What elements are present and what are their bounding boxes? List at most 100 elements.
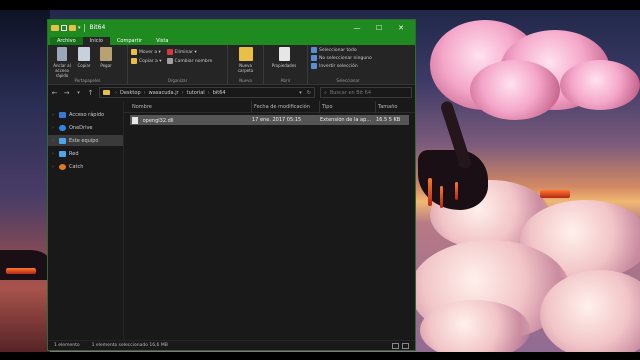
breadcrumb-desktop[interactable]: Desktop <box>120 90 141 96</box>
forward-arrow-icon[interactable]: → <box>63 89 70 97</box>
navigation-pane: › Acceso rápido › OneDrive › Este equipo… <box>48 101 124 340</box>
details-view-icon[interactable] <box>392 342 399 349</box>
pin-quick-access-label: Anclar al acceso rápido <box>53 63 71 78</box>
sidebar-item-onedrive[interactable]: › OneDrive <box>48 122 123 133</box>
invert-selection-icon <box>311 63 317 69</box>
copy-button[interactable]: Copiar <box>73 47 95 68</box>
large-icons-view-icon[interactable] <box>402 342 409 349</box>
table-row[interactable]: opengl32.dll 17 ene. 2017 05:15 Extensió… <box>130 115 409 125</box>
expand-chevron-icon[interactable]: › <box>52 125 56 131</box>
column-header-name[interactable]: Nombre <box>130 100 252 113</box>
crumb-separator-icon: › <box>143 89 146 96</box>
status-item-count: 1 elemento <box>54 343 80 348</box>
sidebar-item-quick-access[interactable]: › Acceso rápido <box>48 109 123 120</box>
ribbon-group-label: Seleccionar <box>336 78 360 83</box>
invert-selection-button[interactable]: Invertir selección <box>311 63 372 69</box>
rename-icon <box>166 58 173 64</box>
title-separator <box>83 23 85 32</box>
new-folder-button[interactable]: Nueva carpeta <box>231 47 260 73</box>
wallpaper-blossom <box>470 60 560 120</box>
minimize-button[interactable]: — <box>346 24 368 32</box>
refresh-icon[interactable]: ↻ <box>307 90 311 96</box>
address-row: ← → ▾ ↑ › Desktop › wasacuda.jr › tutori… <box>48 85 415 100</box>
wallpaper-lava <box>428 178 432 206</box>
copy-to-button[interactable]: Copiar a ▾ <box>131 58 162 64</box>
tab-archivo[interactable]: Archivo <box>50 37 83 45</box>
expand-chevron-icon[interactable]: › <box>52 151 56 157</box>
recent-locations-icon[interactable]: ▾ <box>75 90 82 96</box>
address-dropdown-icon[interactable]: ▾ <box>299 90 302 96</box>
cloud-icon <box>59 124 66 131</box>
dll-file-icon <box>132 116 138 124</box>
network-icon <box>59 150 66 157</box>
wallpaper-left-strip <box>0 0 50 360</box>
wallpaper-lava <box>540 190 570 198</box>
address-bar[interactable]: › Desktop › wasacuda.jr › tutorial › bit… <box>99 87 315 98</box>
sidebar-item-catch[interactable]: › Catch <box>48 161 123 172</box>
maximize-button[interactable]: ☐ <box>368 24 390 32</box>
move-to-label: Mover a ▾ <box>139 49 161 55</box>
star-icon <box>59 111 66 118</box>
file-list-pane: Nombre Fecha de modificación Tipo Tamaño… <box>124 100 415 340</box>
file-type: Extensión de la ap... <box>320 117 372 123</box>
wallpaper-island-left <box>0 250 50 280</box>
quick-access-dropdown-icon[interactable]: ▾ <box>78 25 81 31</box>
select-all-label: Seleccionar todo <box>319 47 357 53</box>
invert-selection-label: Invertir selección <box>319 63 358 69</box>
column-header-size[interactable]: Tamaño <box>376 101 412 113</box>
sidebar-item-this-pc[interactable]: › Este equipo <box>48 135 123 146</box>
paste-button[interactable]: Pegar <box>95 47 117 68</box>
ribbon-group-open: Propiedades Abrir <box>264 45 308 84</box>
breadcrumb-user[interactable]: wasacuda.jr <box>149 90 179 96</box>
ribbon-group-select: Seleccionar todo No seleccionar ninguno … <box>308 45 388 84</box>
delete-icon <box>166 49 173 55</box>
wallpaper-lava-left <box>6 268 36 274</box>
ribbon-group-label: Portapapeles <box>74 78 101 83</box>
pin-quick-access-button[interactable]: Anclar al acceso rápido <box>51 47 73 78</box>
column-header-date[interactable]: Fecha de modificación <box>252 100 320 113</box>
title-bar[interactable]: ▾ Bit64 — ☐ ✕ <box>48 20 415 35</box>
crumb-separator-icon: › <box>115 89 117 96</box>
file-date: 17 ene. 2017 05:15 <box>252 117 302 123</box>
select-all-button[interactable]: Seleccionar todo <box>311 47 372 53</box>
ribbon-group-new: Nueva carpeta Nuevo <box>228 45 264 84</box>
delete-button[interactable]: Eliminar ▾ <box>166 49 213 55</box>
ribbon: Anclar al acceso rápido Copiar Pegar Por… <box>48 45 415 85</box>
search-icon: ⌕ <box>324 89 327 96</box>
tab-vista[interactable]: Vista <box>149 37 175 45</box>
back-arrow-icon[interactable]: ← <box>51 89 58 97</box>
wallpaper-cloud <box>420 300 530 360</box>
close-button[interactable]: ✕ <box>390 24 412 32</box>
sidebar-item-label: Este equipo <box>69 137 99 144</box>
sidebar-item-network[interactable]: › Red <box>48 148 123 159</box>
search-placeholder: Buscar en Bit 64 <box>329 89 372 96</box>
tab-inicio[interactable]: Inicio <box>82 37 110 45</box>
new-folder-icon[interactable] <box>69 24 76 31</box>
breadcrumb-tutorial[interactable]: tutorial <box>187 90 205 96</box>
column-header-type[interactable]: Tipo <box>320 100 376 113</box>
wallpaper-cloud <box>540 270 640 360</box>
paste-label: Pegar <box>100 63 112 68</box>
expand-chevron-icon[interactable]: › <box>52 164 56 170</box>
delete-label: Eliminar ▾ <box>174 49 197 55</box>
move-to-button[interactable]: Mover a ▾ <box>131 49 162 55</box>
expand-chevron-icon[interactable]: › <box>52 138 56 144</box>
breadcrumb-bit64[interactable]: bit64 <box>213 90 226 96</box>
move-icon <box>131 49 137 55</box>
search-input[interactable]: ⌕ Buscar en Bit 64 <box>320 87 412 98</box>
pin-icon <box>57 47 67 61</box>
sidebar-item-label: Acceso rápido <box>69 111 105 118</box>
paste-icon <box>100 47 112 61</box>
crumb-separator-icon: › <box>207 89 210 96</box>
catch-icon <box>59 163 66 170</box>
properties-button[interactable]: Propiedades <box>267 47 301 68</box>
file-name-cell: opengl32.dll <box>130 116 250 124</box>
letterbox-top <box>0 0 640 10</box>
tab-compartir[interactable]: Compartir <box>110 37 149 45</box>
save-icon[interactable] <box>61 24 67 31</box>
select-none-button[interactable]: No seleccionar ninguno <box>311 55 372 61</box>
expand-chevron-icon[interactable]: › <box>52 112 56 118</box>
select-none-icon <box>311 55 317 61</box>
up-arrow-icon[interactable]: ↑ <box>87 89 94 97</box>
rename-button[interactable]: Cambiar nombre <box>166 58 212 64</box>
